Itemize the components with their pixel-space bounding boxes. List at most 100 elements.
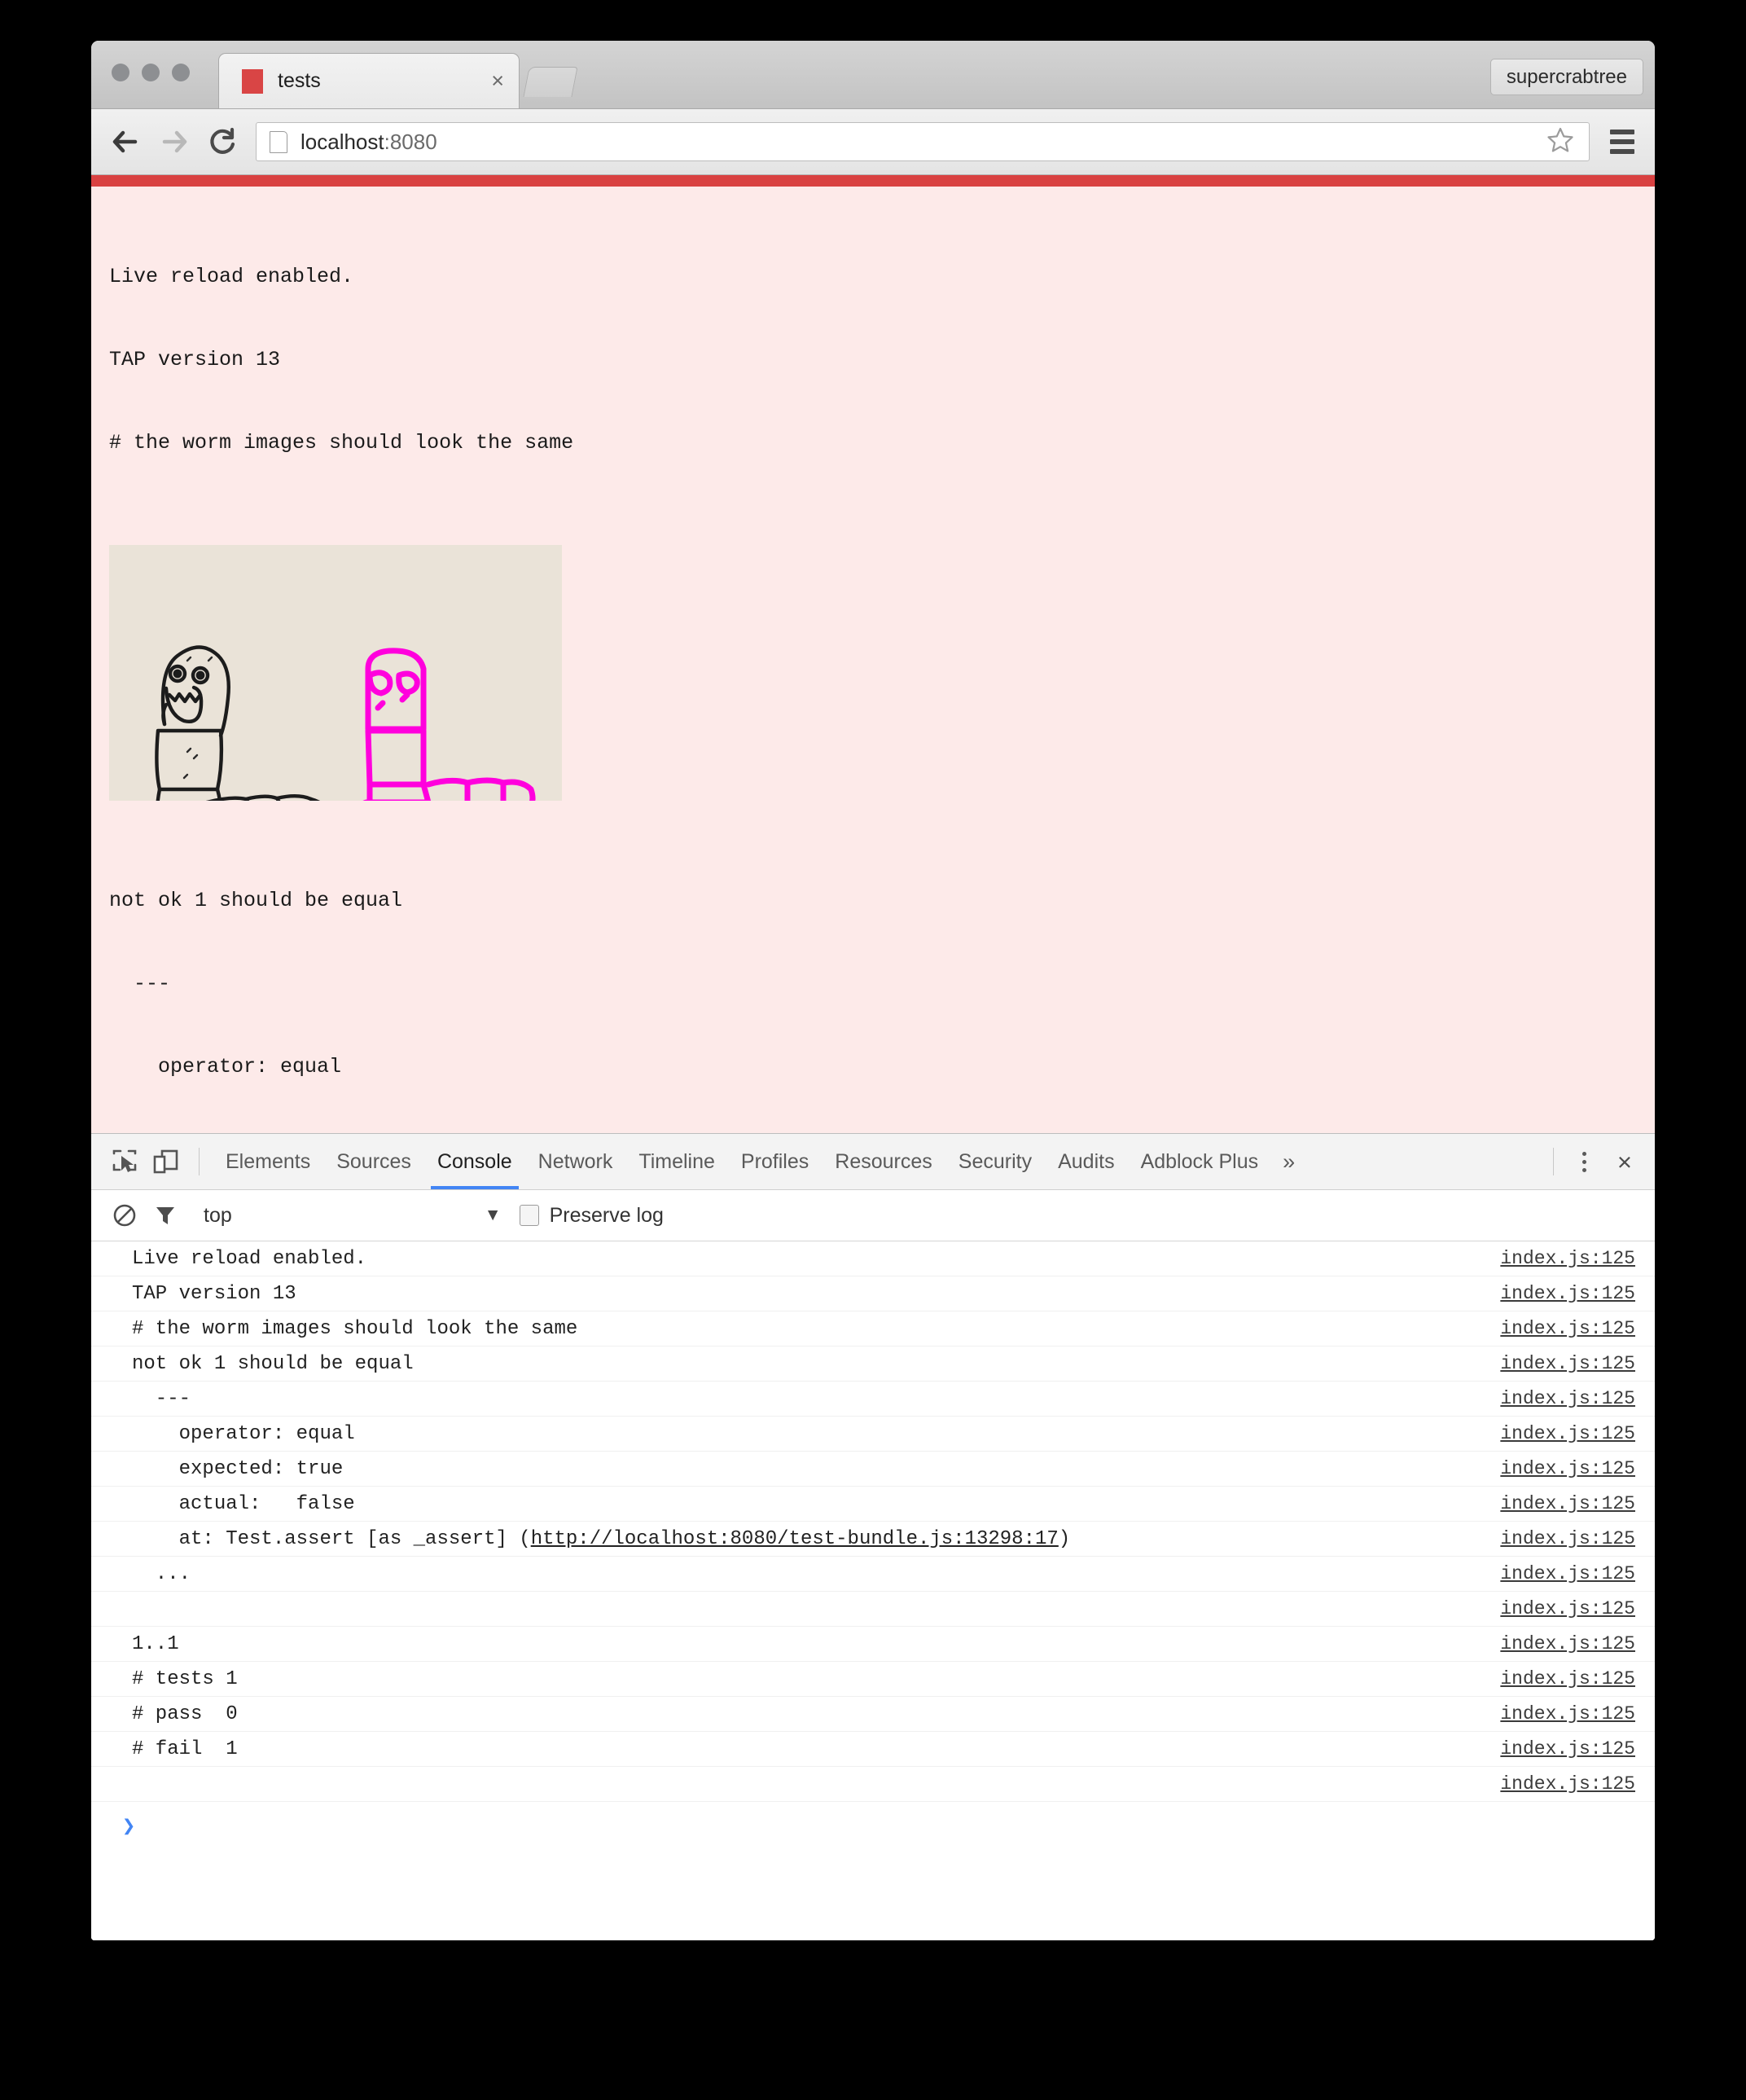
- failure-accent-bar: [91, 175, 1655, 187]
- console-source-link[interactable]: index.js:125: [1500, 1248, 1635, 1269]
- tab-network[interactable]: Network: [525, 1134, 626, 1189]
- console-source-link[interactable]: index.js:125: [1500, 1703, 1635, 1724]
- devtools-settings-button[interactable]: [1567, 1151, 1603, 1172]
- console-source-link[interactable]: index.js:125: [1500, 1423, 1635, 1444]
- device-toolbar-button[interactable]: [145, 1141, 186, 1182]
- new-tab-button[interactable]: [523, 67, 578, 97]
- console-source-link[interactable]: index.js:125: [1500, 1668, 1635, 1689]
- tab-label: Timeline: [638, 1149, 715, 1173]
- console-source-link[interactable]: index.js:125: [1500, 1738, 1635, 1760]
- filter-button[interactable]: [145, 1195, 186, 1236]
- console-row[interactable]: expected: true index.js:125: [91, 1452, 1655, 1487]
- console-source-link[interactable]: index.js:125: [1500, 1458, 1635, 1479]
- chevron-down-icon[interactable]: ▼: [485, 1206, 502, 1225]
- console-row[interactable]: # pass 0 index.js:125: [91, 1697, 1655, 1732]
- preserve-log-checkbox[interactable]: [519, 1205, 539, 1226]
- tab-label: Security: [958, 1149, 1033, 1173]
- kebab-dot-icon: [1582, 1167, 1587, 1172]
- console-source-link[interactable]: index.js:125: [1500, 1528, 1635, 1549]
- device-toolbar-icon: [153, 1149, 178, 1174]
- console-row[interactable]: # fail 1 index.js:125: [91, 1732, 1655, 1767]
- console-row[interactable]: at: Test.assert [as _assert] (http://loc…: [91, 1522, 1655, 1557]
- tab-adblock-plus[interactable]: Adblock Plus: [1128, 1134, 1272, 1189]
- console-row[interactable]: # the worm images should look the same i…: [91, 1311, 1655, 1347]
- console-row[interactable]: index.js:125: [91, 1592, 1655, 1627]
- actions-divider: [1552, 1148, 1554, 1175]
- console-row[interactable]: index.js:125: [91, 1767, 1655, 1802]
- minimize-window-button[interactable]: [142, 64, 160, 81]
- console-message-text: ---: [132, 1387, 191, 1410]
- tab-console[interactable]: Console: [424, 1134, 525, 1189]
- console-message-text: actual: false: [132, 1492, 355, 1515]
- console-source-link[interactable]: index.js:125: [1500, 1283, 1635, 1304]
- reload-icon: [210, 127, 235, 154]
- browser-tab-tests[interactable]: tests ×: [218, 53, 520, 108]
- devtools-tabbar: Elements Sources Console Network Timelin…: [91, 1134, 1655, 1190]
- url-text: localhost:8080: [301, 130, 1546, 155]
- console-source-link[interactable]: index.js:125: [1500, 1318, 1635, 1339]
- console-message-text: # tests 1: [132, 1667, 238, 1690]
- reload-button[interactable]: [202, 121, 244, 163]
- window-controls: [112, 64, 190, 81]
- profile-button[interactable]: supercrabtree: [1489, 59, 1643, 95]
- console-source-link[interactable]: index.js:125: [1500, 1388, 1635, 1409]
- toolbar-divider: [199, 1148, 200, 1175]
- tab-label: Profiles: [740, 1149, 809, 1173]
- console-source-link[interactable]: index.js:125: [1500, 1563, 1635, 1584]
- console-row[interactable]: not ok 1 should be equal index.js:125: [91, 1347, 1655, 1382]
- tab-resources[interactable]: Resources: [822, 1134, 945, 1189]
- devtools-panel: Elements Sources Console Network Timelin…: [91, 1133, 1655, 1940]
- close-tab-icon[interactable]: ×: [491, 70, 507, 92]
- console-row[interactable]: 1..1 index.js:125: [91, 1627, 1655, 1662]
- console-messages[interactable]: Live reload enabled. index.js:125 TAP ve…: [91, 1241, 1655, 1940]
- more-tabs-button[interactable]: »: [1271, 1149, 1306, 1175]
- browser-menu-button[interactable]: [1599, 119, 1645, 165]
- url-host: localhost: [301, 129, 384, 154]
- console-row[interactable]: --- index.js:125: [91, 1382, 1655, 1417]
- console-message-text: operator: equal: [132, 1422, 355, 1445]
- hamburger-menu-icon-bar3: [1610, 149, 1634, 154]
- console-source-link[interactable]: index.js:125: [1500, 1353, 1635, 1374]
- zoom-window-button[interactable]: [172, 64, 190, 81]
- clear-console-icon: [113, 1204, 136, 1227]
- browser-window: tests × supercrabtree localhost:8080 Liv…: [91, 41, 1655, 1940]
- forward-button[interactable]: [153, 121, 195, 163]
- tab-elements[interactable]: Elements: [213, 1134, 323, 1189]
- tab-sources[interactable]: Sources: [323, 1134, 424, 1189]
- bookmark-star-icon[interactable]: [1546, 126, 1574, 157]
- console-source-link[interactable]: index.js:125: [1500, 1773, 1635, 1795]
- close-window-button[interactable]: [112, 64, 129, 81]
- console-stack-url-link[interactable]: http://localhost:8080/test-bundle.js:132…: [531, 1528, 1059, 1550]
- console-message-text: TAP version 13: [132, 1282, 296, 1305]
- address-bar[interactable]: localhost:8080: [256, 122, 1590, 161]
- console-message-prefix: at: Test.assert [as _assert] (: [132, 1527, 531, 1550]
- tab-security[interactable]: Security: [945, 1134, 1045, 1189]
- console-row[interactable]: Live reload enabled. index.js:125: [91, 1241, 1655, 1276]
- tab-audits[interactable]: Audits: [1045, 1134, 1127, 1189]
- preserve-log-label[interactable]: Preserve log: [550, 1204, 664, 1228]
- tab-label: Audits: [1058, 1149, 1115, 1173]
- actual-worm-drawing: [362, 648, 536, 801]
- console-context-selector[interactable]: top: [204, 1204, 232, 1228]
- console-source-link[interactable]: index.js:125: [1500, 1598, 1635, 1619]
- inspect-element-button[interactable]: [104, 1141, 145, 1182]
- console-message-text: at: Test.assert [as _assert] (http://loc…: [132, 1527, 1071, 1550]
- console-source-link[interactable]: index.js:125: [1500, 1633, 1635, 1654]
- console-row[interactable]: operator: equal index.js:125: [91, 1417, 1655, 1452]
- forward-arrow-icon: [162, 130, 187, 153]
- console-source-link[interactable]: index.js:125: [1500, 1493, 1635, 1514]
- console-row[interactable]: ... index.js:125: [91, 1557, 1655, 1592]
- console-row[interactable]: actual: false index.js:125: [91, 1487, 1655, 1522]
- console-row[interactable]: # tests 1 index.js:125: [91, 1662, 1655, 1697]
- tap-line: Live reload enabled.: [109, 265, 354, 288]
- close-devtools-button[interactable]: ×: [1603, 1149, 1640, 1175]
- tab-profiles[interactable]: Profiles: [728, 1134, 822, 1189]
- console-input-prompt[interactable]: ❯: [91, 1802, 1655, 1851]
- tab-timeline[interactable]: Timeline: [625, 1134, 728, 1189]
- clear-console-button[interactable]: [104, 1195, 145, 1236]
- back-button[interactable]: [104, 121, 147, 163]
- tap-line: TAP version 13: [109, 348, 281, 371]
- back-arrow-icon: [112, 130, 138, 153]
- hamburger-menu-icon: [1610, 130, 1634, 134]
- console-row[interactable]: TAP version 13 index.js:125: [91, 1276, 1655, 1311]
